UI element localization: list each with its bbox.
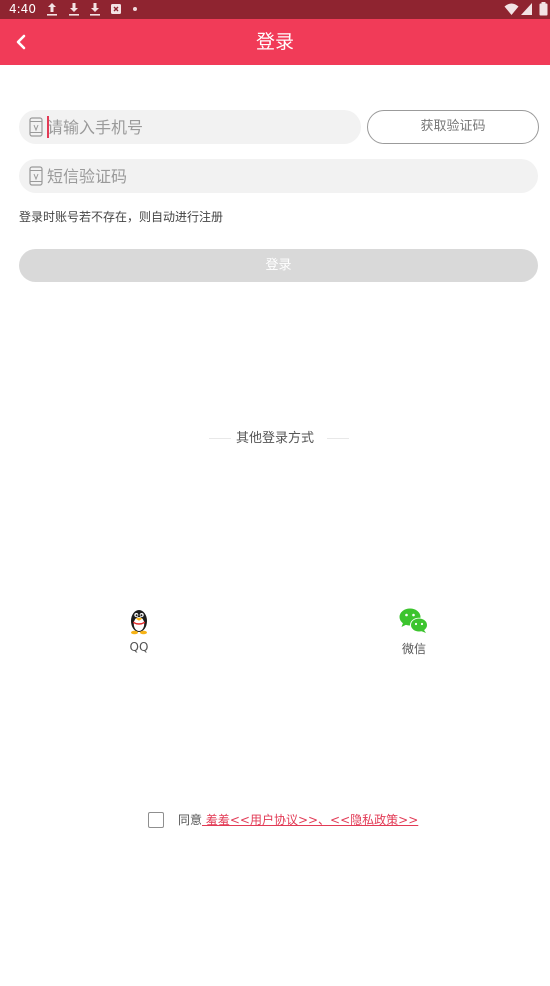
signal-icon [521, 3, 532, 15]
wechat-icon [399, 608, 428, 633]
agreement-prefix: 同意 [178, 813, 203, 827]
header-bar: 登录 [0, 19, 550, 65]
mobile-phone-icon [29, 166, 43, 186]
sms-code-field[interactable] [19, 159, 538, 193]
phone-field[interactable] [19, 110, 361, 144]
download-icon [90, 3, 100, 16]
login-screen: 4:40 登录 请输入手机号 获取验证码 短信验证码 登录时账号若不存在，则自动… [0, 0, 550, 986]
qq-penguin-icon [131, 610, 147, 635]
upload-icon [47, 3, 57, 16]
wechat-login-button[interactable]: 微信 [384, 606, 444, 657]
agreement-links[interactable]: 羞羞<<用户协议>>、<<隐私政策>> [202, 813, 418, 827]
sms-code-input[interactable] [47, 159, 517, 193]
qq-label: QQ [129, 640, 149, 654]
wechat-label: 微信 [401, 642, 426, 656]
app-notification-icon [111, 4, 121, 14]
dot-icon [133, 7, 137, 11]
login-button[interactable]: 登录 [19, 249, 538, 282]
wifi-icon [504, 3, 519, 15]
phone-input[interactable] [47, 110, 347, 144]
page-title: 登录 [255, 31, 294, 53]
qq-login-button[interactable]: QQ [109, 606, 169, 654]
agreement-text: 同意 羞羞<<用户协议>>、<<隐私政策>> [178, 812, 418, 829]
text-cursor [47, 116, 49, 138]
register-hint: 登录时账号若不存在，则自动进行注册 [19, 210, 224, 224]
battery-icon [539, 2, 548, 16]
get-code-button[interactable]: 获取验证码 [367, 110, 539, 144]
agreement-checkbox[interactable] [148, 812, 164, 828]
download-icon [69, 3, 79, 16]
status-time: 4:40 [9, 2, 36, 16]
mobile-phone-icon [29, 117, 43, 137]
other-login-title: 其他登录方式 [235, 431, 314, 446]
status-bar: 4:40 [0, 0, 550, 19]
